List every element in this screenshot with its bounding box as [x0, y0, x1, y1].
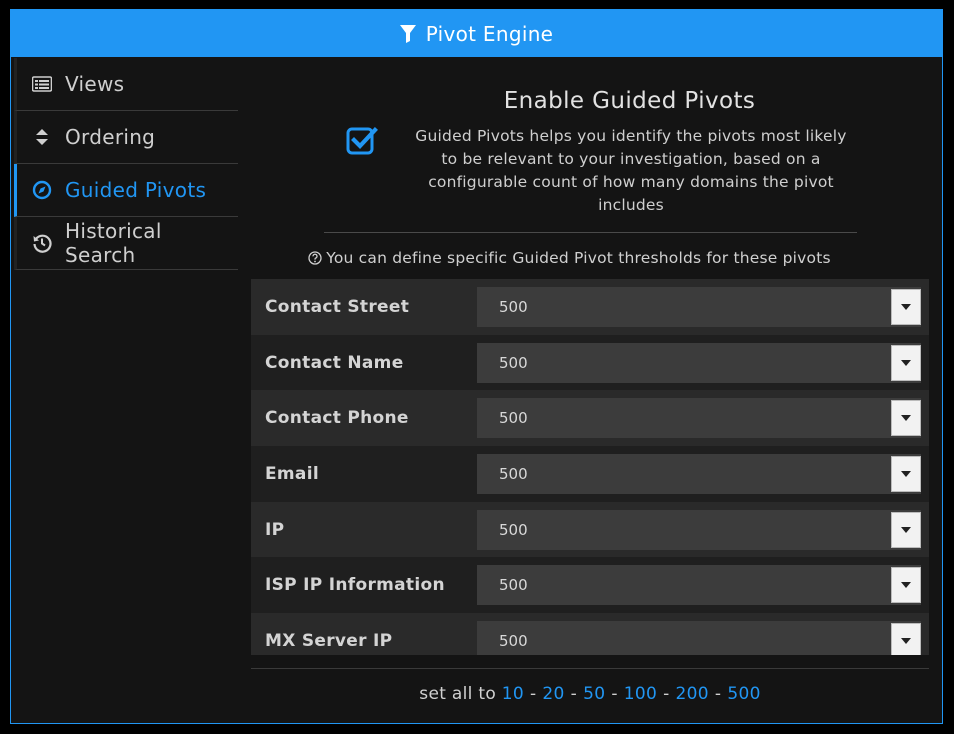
- dropdown-button[interactable]: [891, 622, 921, 655]
- separator: -: [611, 684, 618, 704]
- separator: -: [714, 684, 722, 704]
- set-all-50-link[interactable]: 50: [583, 684, 605, 704]
- sidebar-item-guided-pivots[interactable]: Guided Pivots: [14, 164, 238, 217]
- threshold-select[interactable]: 500: [477, 342, 921, 383]
- threshold-select[interactable]: 500: [477, 620, 921, 655]
- sidebar-item-label: Guided Pivots: [65, 178, 207, 202]
- pivot-label: Contact Street: [265, 296, 410, 317]
- separator: -: [663, 684, 670, 704]
- enable-guided-pivots-checkbox[interactable]: [346, 125, 378, 157]
- table-row: Contact Street 500: [251, 279, 929, 335]
- caret-down-icon: [901, 359, 911, 366]
- threshold-select[interactable]: 500: [477, 565, 921, 606]
- threshold-select[interactable]: 500: [477, 509, 921, 550]
- dropdown-button[interactable]: [891, 455, 921, 492]
- history-icon: [32, 233, 52, 253]
- dropdown-button[interactable]: [891, 400, 921, 437]
- caret-down-icon: [901, 582, 911, 589]
- threshold-value: 500: [499, 297, 528, 316]
- sidebar: Views Ordering Guided Pivots Historical …: [14, 58, 238, 270]
- sort-icon: [32, 127, 52, 147]
- compass-icon: [32, 180, 52, 200]
- threshold-select[interactable]: 500: [477, 453, 921, 494]
- checkbox-checked-icon: [346, 127, 378, 155]
- threshold-select[interactable]: 500: [477, 398, 921, 439]
- guided-pivots-description: Guided Pivots helps you identify the piv…: [415, 127, 847, 214]
- pivot-label: MX Server IP: [265, 630, 393, 651]
- set-all-10-link[interactable]: 10: [502, 684, 524, 704]
- pivot-engine-dialog: Pivot Engine Views Ordering Guided Pivot…: [10, 9, 943, 724]
- sidebar-item-label: Ordering: [65, 125, 156, 149]
- pivot-threshold-table[interactable]: Contact Street 500 Contact Name 500 Cont…: [251, 279, 929, 655]
- dropdown-button[interactable]: [891, 344, 921, 381]
- threshold-value: 500: [499, 631, 528, 650]
- separator: -: [570, 684, 578, 704]
- pivot-label: Contact Name: [265, 352, 404, 373]
- dropdown-button[interactable]: [891, 567, 921, 604]
- dialog-title: Pivot Engine: [425, 21, 554, 46]
- filter-icon: [399, 24, 416, 43]
- dropdown-button[interactable]: [891, 288, 921, 325]
- divider: [324, 232, 857, 233]
- caret-down-icon: [901, 415, 911, 422]
- set-all-label: set all to: [419, 684, 502, 704]
- dialog-titlebar: Pivot Engine: [11, 10, 942, 57]
- sidebar-item-views[interactable]: Views: [14, 58, 238, 111]
- sidebar-item-ordering[interactable]: Ordering: [14, 111, 238, 164]
- set-all-100-link[interactable]: 100: [624, 684, 657, 704]
- threshold-value: 500: [499, 464, 528, 483]
- set-all-bar: set all to 10-20-50-100-200-500: [251, 684, 929, 704]
- pivot-label: ISP IP Information: [265, 575, 445, 596]
- table-row: Email 500: [251, 446, 929, 502]
- divider: [251, 668, 929, 669]
- threshold-hint-text: You can define specific Guided Pivot thr…: [326, 249, 831, 267]
- question-circle-icon: [308, 251, 322, 265]
- table-row: MX Server IP 500: [251, 613, 929, 655]
- caret-down-icon: [901, 526, 911, 533]
- main-panel: Enable Guided Pivots Guided Pivots helps…: [251, 58, 931, 718]
- pivot-label: IP: [265, 519, 285, 540]
- sidebar-item-label: Views: [65, 72, 125, 96]
- table-row: Contact Phone 500: [251, 390, 929, 447]
- pivot-label: Contact Phone: [265, 408, 409, 429]
- caret-down-icon: [901, 303, 911, 310]
- threshold-value: 500: [499, 576, 528, 595]
- set-all-500-link[interactable]: 500: [727, 684, 760, 704]
- table-row: IP 500: [251, 501, 929, 558]
- separator: -: [529, 684, 537, 704]
- table-row: Contact Name 500: [251, 334, 929, 391]
- threshold-value: 500: [499, 520, 528, 539]
- set-all-20-link[interactable]: 20: [542, 684, 564, 704]
- threshold-value: 500: [499, 409, 528, 428]
- table-row: ISP IP Information 500: [251, 557, 929, 614]
- threshold-select[interactable]: 500: [477, 286, 921, 327]
- set-all-200-link[interactable]: 200: [676, 684, 709, 704]
- page-title: Enable Guided Pivots: [503, 88, 756, 114]
- list-icon: [32, 74, 52, 94]
- dropdown-button[interactable]: [891, 511, 921, 548]
- caret-down-icon: [901, 470, 911, 477]
- pivot-label: Email: [265, 463, 319, 484]
- threshold-hint: You can define specific Guided Pivot thr…: [191, 249, 948, 267]
- caret-down-icon: [901, 637, 911, 644]
- threshold-value: 500: [499, 353, 528, 372]
